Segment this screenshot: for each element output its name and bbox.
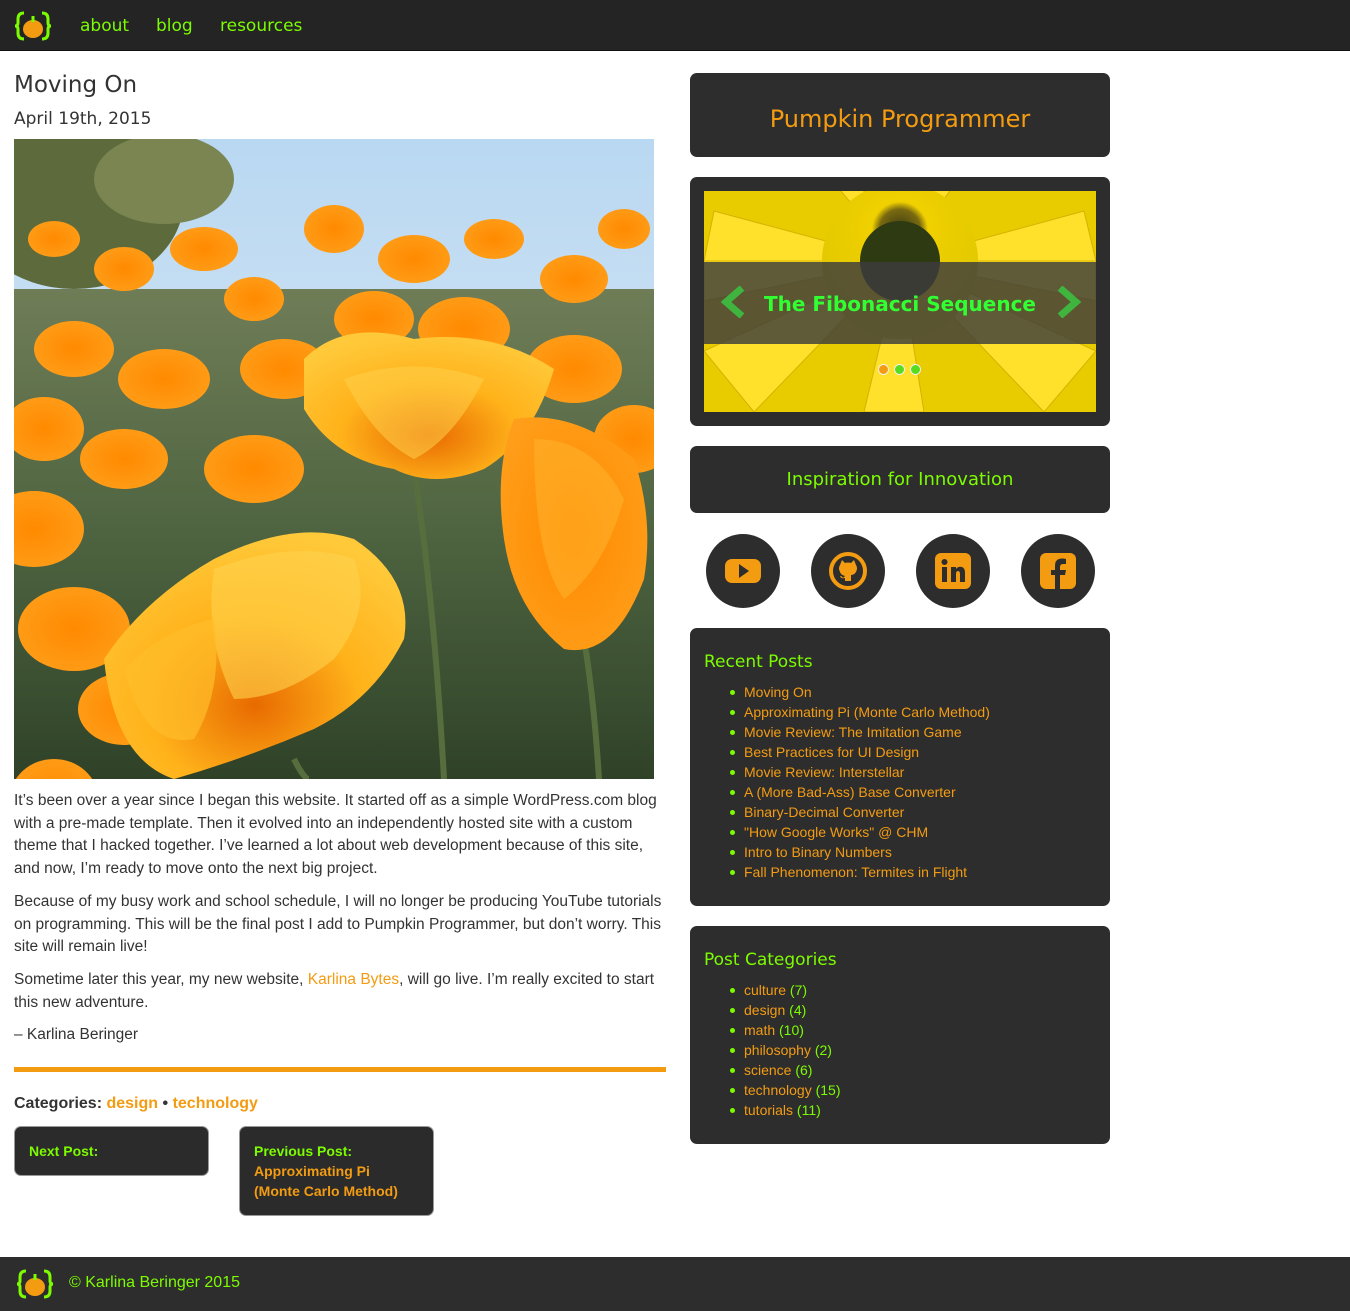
slider-dot-2[interactable] <box>894 364 905 375</box>
next-post-button[interactable]: Next Post: <box>14 1126 209 1176</box>
post-date: April 19th, 2015 <box>14 109 152 129</box>
category-name[interactable]: technology <box>744 1082 812 1098</box>
category-item[interactable]: philosophy (2) <box>730 1040 841 1060</box>
post-paragraph-2: Because of my busy work and school sched… <box>14 893 662 955</box>
slider-caption-title[interactable]: The Fibonacci Sequence <box>704 292 1096 316</box>
inspiration-heading: Inspiration for Innovation <box>786 469 1014 490</box>
slider-dot-3[interactable] <box>910 364 921 375</box>
linkedin-icon[interactable] <box>916 534 990 608</box>
category-separator: • <box>162 1095 169 1112</box>
nav-about-link[interactable]: about <box>80 16 129 36</box>
post-paragraph-1: It’s been over a year since I began this… <box>14 792 657 877</box>
pumpkin-logo-icon[interactable] <box>15 9 51 43</box>
category-name[interactable]: tutorials <box>744 1102 793 1118</box>
top-navbar: about blog resources <box>0 0 1350 51</box>
recent-post-link[interactable]: Best Practices for UI Design <box>730 742 990 762</box>
recent-post-link[interactable]: "How Google Works" @ CHM <box>730 822 990 842</box>
category-name[interactable]: science <box>744 1062 791 1078</box>
footer-copyright: © Karlina Beringer 2015 <box>69 1274 240 1291</box>
nav-resources-link[interactable]: resources <box>220 16 302 36</box>
categories-label: Categories: <box>14 1095 103 1112</box>
karlina-bytes-link[interactable]: Karlina Bytes <box>308 971 399 988</box>
github-icon[interactable] <box>811 534 885 608</box>
post-hero-image <box>14 139 654 779</box>
post-paragraph-3-start: Sometime later this year, my new website… <box>14 971 308 988</box>
category-count: (6) <box>795 1062 813 1078</box>
recent-posts-widget: Recent Posts Moving On Approximating Pi … <box>690 628 1110 906</box>
previous-post-title: Approximating Pi (Monte Carlo Method) <box>254 1163 398 1199</box>
recent-post-link[interactable]: Movie Review: Interstellar <box>730 762 990 782</box>
post-title: Moving On <box>14 72 138 98</box>
section-divider <box>14 1067 666 1072</box>
slider-dot-1[interactable] <box>878 364 889 375</box>
recent-post-link[interactable]: Intro to Binary Numbers <box>730 842 990 862</box>
category-name[interactable]: philosophy <box>744 1042 811 1058</box>
recent-post-link[interactable]: Moving On <box>730 682 990 702</box>
category-item[interactable]: math (10) <box>730 1020 841 1040</box>
category-count: (11) <box>796 1102 821 1118</box>
post-categories: Categories: design • technology <box>14 1095 258 1113</box>
site-title[interactable]: Pumpkin Programmer <box>690 105 1110 133</box>
recent-post-link[interactable]: Movie Review: The Imitation Game <box>730 722 990 742</box>
recent-posts-list: Moving On Approximating Pi (Monte Carlo … <box>730 682 990 882</box>
post-categories-list: culture (7) design (4) math (10) philoso… <box>730 980 841 1120</box>
category-count: (15) <box>815 1082 841 1098</box>
category-name[interactable]: design <box>744 1002 785 1018</box>
site-title-panel: Pumpkin Programmer <box>690 73 1110 157</box>
site-footer: © Karlina Beringer 2015 <box>0 1257 1350 1311</box>
inspiration-panel: Inspiration for Innovation <box>690 446 1110 513</box>
youtube-icon[interactable] <box>706 534 780 608</box>
category-count: (10) <box>779 1022 804 1038</box>
category-count: (4) <box>789 1002 807 1018</box>
previous-post-button[interactable]: Previous Post: Approximating Pi (Monte C… <box>239 1126 434 1216</box>
facebook-icon[interactable] <box>1021 534 1095 608</box>
recent-post-link[interactable]: A (More Bad-Ass) Base Converter <box>730 782 990 802</box>
post-categories-title: Post Categories <box>704 950 837 970</box>
category-item[interactable]: culture (7) <box>730 980 841 1000</box>
pumpkin-logo-icon[interactable] <box>17 1267 53 1301</box>
recent-post-link[interactable]: Fall Phenomenon: Termites in Flight <box>730 862 990 882</box>
recent-posts-title: Recent Posts <box>704 652 813 672</box>
category-link-design[interactable]: design <box>106 1095 158 1112</box>
next-post-label: Next Post: <box>29 1143 99 1159</box>
previous-post-label: Previous Post: <box>254 1143 353 1159</box>
category-item[interactable]: technology (15) <box>730 1080 841 1100</box>
category-count: (7) <box>789 982 808 998</box>
nav-blog-link[interactable]: blog <box>156 16 193 36</box>
featured-slider-panel: The Fibonacci Sequence <box>690 177 1110 426</box>
category-name[interactable]: math <box>744 1022 775 1038</box>
category-count: (2) <box>814 1042 832 1058</box>
chevron-left-icon[interactable] <box>720 286 748 318</box>
post-signature: – Karlina Beringer <box>14 1026 139 1043</box>
category-link-technology[interactable]: technology <box>173 1095 258 1112</box>
category-item[interactable]: tutorials (11) <box>730 1100 841 1120</box>
category-item[interactable]: design (4) <box>730 1000 841 1020</box>
featured-slider[interactable]: The Fibonacci Sequence <box>704 191 1096 412</box>
category-name[interactable]: culture <box>744 982 786 998</box>
recent-post-link[interactable]: Approximating Pi (Monte Carlo Method) <box>730 702 990 722</box>
post-categories-widget: Post Categories culture (7) design (4) m… <box>690 926 1110 1144</box>
category-item[interactable]: science (6) <box>730 1060 841 1080</box>
chevron-right-icon[interactable] <box>1054 286 1082 318</box>
post-paragraph-3: Sometime later this year, my new website… <box>14 969 664 1014</box>
recent-post-link[interactable]: Binary-Decimal Converter <box>730 802 990 822</box>
